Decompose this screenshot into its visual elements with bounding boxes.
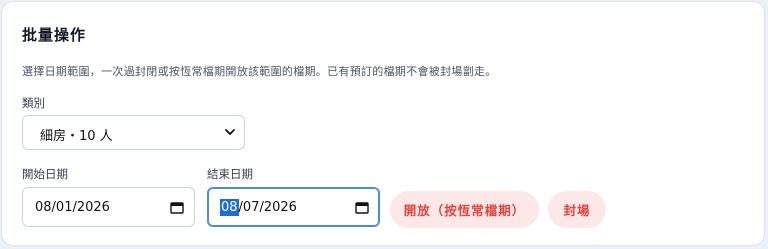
end-date-label: 結束日期 [207, 167, 253, 181]
start-date-value: 08/01/2026 [35, 200, 110, 215]
end-date-rest: /07/2026 [238, 200, 297, 215]
bulk-operations-panel: 批量操作 選擇日期範圍，一次過封閉或按恆常檔期開放該範圍的檔期。已有預訂的檔期不… [1, 1, 765, 246]
end-date-input[interactable]: 08/07/2026 [207, 187, 380, 227]
panel-title: 批量操作 [22, 26, 87, 44]
calendar-icon [355, 202, 369, 214]
open-by-schedule-button[interactable]: 開放（按恆常檔期） [390, 191, 539, 228]
start-date-label: 開始日期 [22, 167, 68, 181]
category-label: 類別 [22, 96, 45, 110]
chevron-down-icon [225, 129, 235, 135]
end-date-selected-segment: 08 [220, 199, 239, 216]
end-date-value: 08/07/2026 [220, 199, 297, 216]
start-date-input[interactable]: 08/01/2026 [22, 187, 195, 227]
panel-description: 選擇日期範圍，一次過封閉或按恆常檔期開放該範圍的檔期。已有預訂的檔期不會被封場劏… [22, 65, 497, 78]
calendar-icon [170, 202, 184, 214]
close-venue-button[interactable]: 封場 [548, 191, 606, 228]
category-selected-value: 細房・10 人 [40, 129, 113, 144]
category-select[interactable]: 細房・10 人 [22, 115, 245, 150]
